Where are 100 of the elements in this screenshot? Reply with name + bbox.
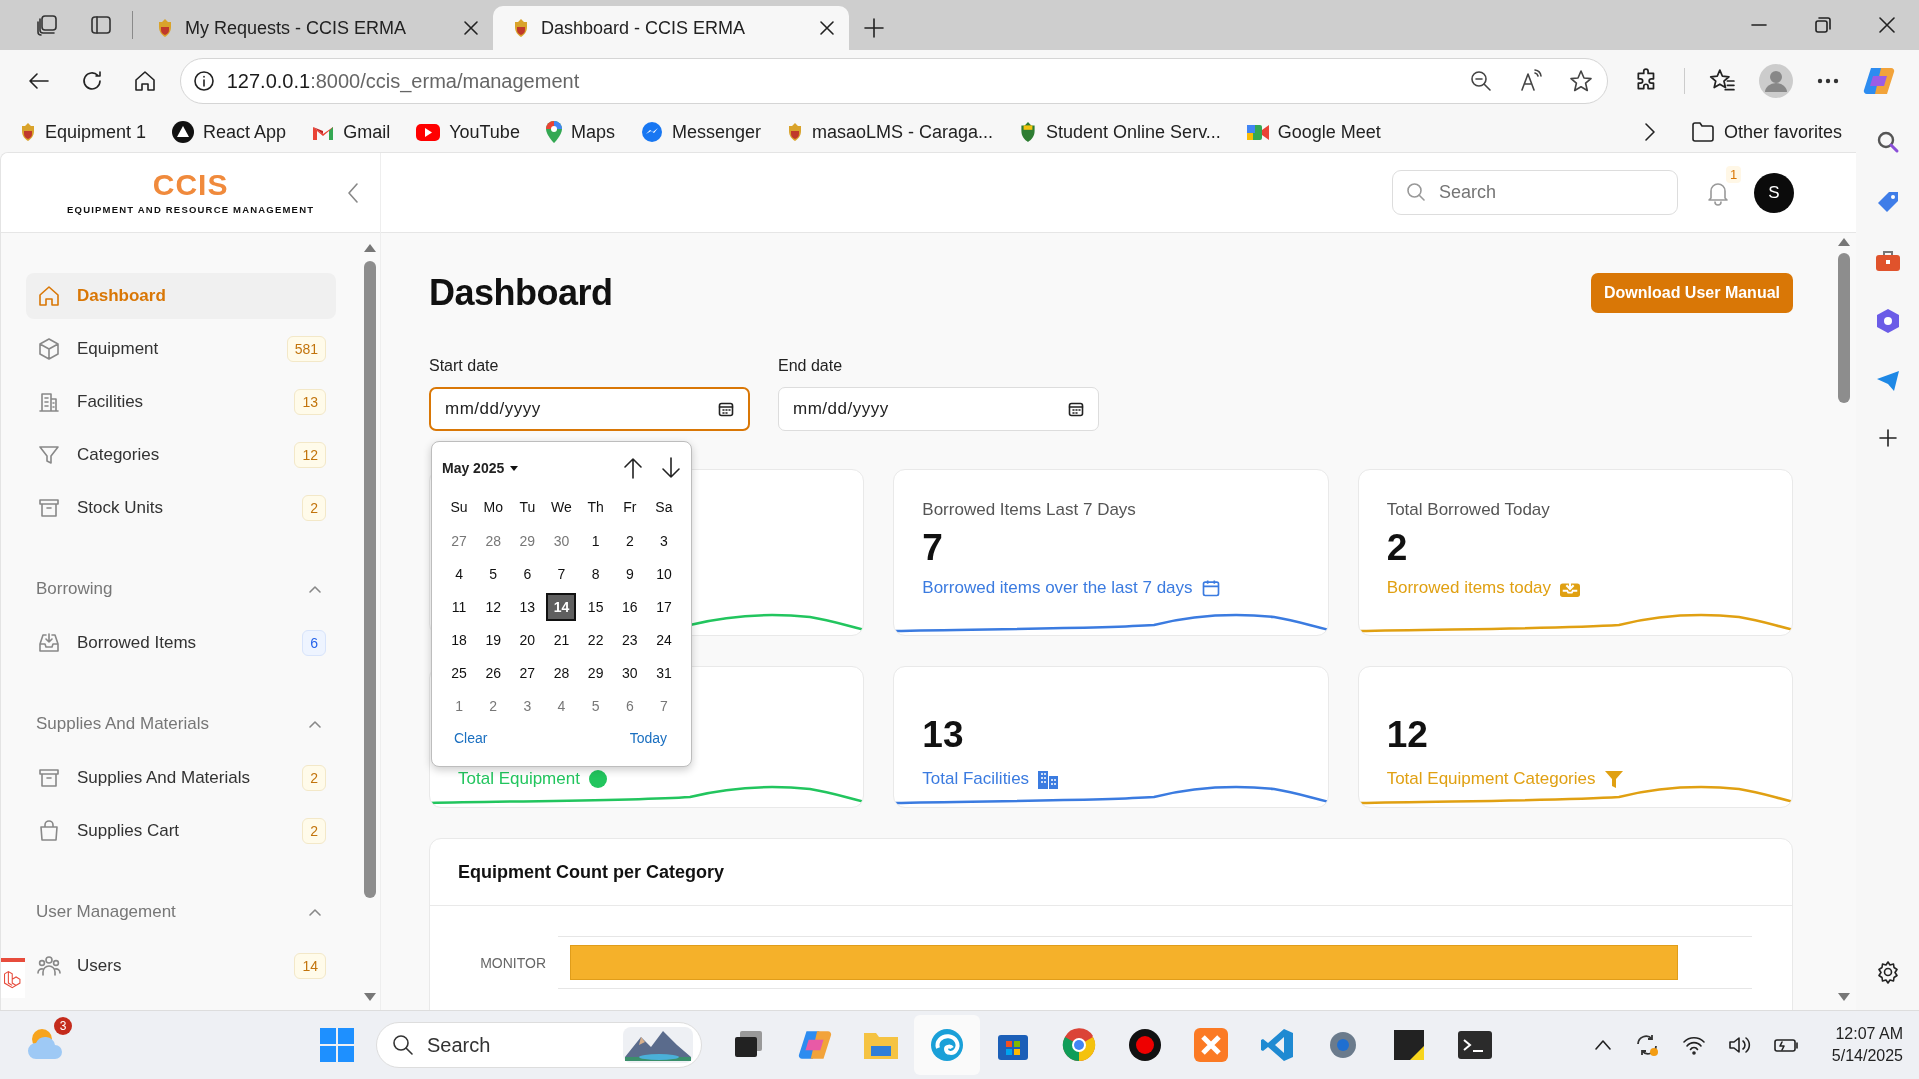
calendar-day[interactable]: 10 <box>656 565 672 582</box>
search-icon[interactable] <box>1875 130 1900 154</box>
bookmark[interactable]: Equipment 1 <box>20 121 147 143</box>
calendar-day[interactable]: 21 <box>553 631 570 648</box>
read-aloud-icon[interactable] <box>1519 69 1543 93</box>
section-header[interactable]: User Management <box>26 897 337 927</box>
nav-item[interactable]: Facilities 13 <box>26 379 337 425</box>
calendar-day[interactable]: 13 <box>519 598 536 615</box>
nav-item[interactable]: Supplies And Materials 2 <box>26 755 337 801</box>
scrollbar-thumb[interactable] <box>364 261 377 898</box>
nav-item[interactable]: Categories 12 <box>26 432 337 478</box>
calendar-day[interactable]: 6 <box>625 697 634 714</box>
nav-item[interactable]: Users 14 <box>26 943 337 989</box>
favorites-icon[interactable] <box>1709 68 1735 94</box>
more-icon[interactable] <box>1817 78 1839 84</box>
calendar-day[interactable]: 24 <box>656 631 672 648</box>
bookmark[interactable]: Google Meet <box>1246 121 1381 143</box>
calendar-day[interactable]: 20 <box>519 631 536 648</box>
calendar-day[interactable]: 12 <box>485 598 501 615</box>
browser-tab[interactable]: Dashboard - CCIS ERMA <box>493 6 849 50</box>
bookmark[interactable]: masaoLMS - Caraga... <box>786 121 994 143</box>
calendar-day[interactable]: 27 <box>519 664 536 681</box>
chevron-up-icon[interactable] <box>1593 1039 1612 1051</box>
taskbar-search[interactable]: Search <box>376 1022 702 1068</box>
paper-plane-icon[interactable] <box>1875 370 1900 392</box>
calendar-day[interactable]: 11 <box>451 598 467 615</box>
nav-item[interactable]: Borrowed Items 6 <box>26 620 337 666</box>
calendar-day[interactable]: 30 <box>622 664 638 681</box>
profile-icon[interactable] <box>1759 64 1793 98</box>
date-field[interactable]: mm/dd/yyyy <box>429 387 750 431</box>
record-icon[interactable] <box>1128 1028 1162 1062</box>
settings-icon[interactable] <box>1875 960 1900 984</box>
plus-icon[interactable] <box>1877 428 1898 448</box>
search-field[interactable]: Search <box>1392 170 1678 215</box>
calendar-day[interactable]: 22 <box>587 631 604 648</box>
close-icon[interactable] <box>1879 17 1895 33</box>
calendar-day[interactable]: 14 <box>546 592 577 621</box>
month-selector[interactable]: May 2025 <box>442 460 519 476</box>
calendar-day[interactable]: 23 <box>622 631 638 648</box>
debug-toolbar-button[interactable] <box>1 958 25 998</box>
bookmark[interactable]: Student Online Serv... <box>1019 121 1221 143</box>
browser-icon[interactable] <box>930 1028 964 1062</box>
star-icon[interactable] <box>1569 69 1593 93</box>
user-avatar[interactable]: S <box>1754 172 1794 213</box>
nav-item[interactable]: Stock Units 2 <box>26 485 337 531</box>
calendar-day[interactable]: 2 <box>489 697 498 714</box>
toolbox-icon[interactable] <box>1874 250 1901 272</box>
today-link[interactable]: Today <box>629 730 667 746</box>
code-editor-icon[interactable] <box>1260 1028 1294 1062</box>
calendar-day[interactable]: 25 <box>451 664 467 681</box>
assistant-icon[interactable] <box>798 1029 832 1061</box>
calendar-icon[interactable] <box>1068 401 1084 417</box>
arrow-up-icon[interactable] <box>623 457 643 479</box>
start-icon[interactable] <box>320 1028 354 1062</box>
chevron-right-icon[interactable] <box>1642 122 1657 142</box>
clear-link[interactable]: Clear <box>454 730 488 746</box>
workspaces-icon[interactable] <box>36 14 58 36</box>
tab-actions-icon[interactable] <box>90 14 112 36</box>
calendar-day[interactable]: 3 <box>523 697 532 714</box>
bookmark[interactable]: Gmail <box>312 121 391 143</box>
zoom-out-icon[interactable] <box>1469 69 1493 93</box>
calendar-icon[interactable] <box>718 401 734 417</box>
calendar-day[interactable]: 18 <box>451 631 467 648</box>
hexagon-icon[interactable] <box>1875 308 1900 334</box>
restore-icon[interactable] <box>1815 17 1831 33</box>
home-icon[interactable] <box>133 69 158 93</box>
calendar-day[interactable]: 28 <box>485 532 501 549</box>
calendar-day[interactable]: 1 <box>455 697 463 714</box>
wifi-icon[interactable] <box>1681 1035 1706 1055</box>
terminal-icon[interactable] <box>1458 1031 1492 1059</box>
calendar-day[interactable]: 3 <box>660 532 668 549</box>
calendar-day[interactable]: 4 <box>557 697 566 714</box>
scroll-down-icon[interactable] <box>363 992 378 1002</box>
calendar-day[interactable]: 16 <box>622 598 638 615</box>
calendar-day[interactable]: 5 <box>591 697 600 714</box>
close-icon[interactable] <box>463 20 479 36</box>
bookmark[interactable]: YouTube <box>416 121 520 143</box>
calendar-day[interactable]: 8 <box>591 565 600 582</box>
calendar-day[interactable]: 1 <box>591 532 600 549</box>
calendar-day[interactable]: 31 <box>656 664 672 681</box>
scrollbar-thumb[interactable] <box>1838 253 1850 403</box>
calendar-day[interactable]: 4 <box>455 565 463 582</box>
plus-icon[interactable] <box>863 17 885 39</box>
calendar-day[interactable]: 15 <box>587 598 604 615</box>
section-header[interactable]: Supplies And Materials <box>26 709 337 739</box>
bookmark-folder[interactable]: Other favorites <box>1690 121 1842 143</box>
clock[interactable]: 12:07 AM 5/14/2025 <box>1831 1025 1903 1065</box>
date-field[interactable]: mm/dd/yyyy <box>778 387 1099 431</box>
calendar-day[interactable]: 26 <box>485 664 501 681</box>
calendar-day[interactable]: 27 <box>451 532 467 549</box>
assistant-icon[interactable] <box>1863 66 1895 96</box>
calendar-day[interactable]: 17 <box>656 598 672 615</box>
scroll-up-icon[interactable] <box>1837 237 1851 247</box>
calendar-day[interactable]: 28 <box>553 664 570 681</box>
note-icon[interactable] <box>1394 1030 1424 1060</box>
browser-icon[interactable] <box>1062 1028 1096 1062</box>
calendar-day[interactable]: 6 <box>523 565 532 582</box>
scroll-down-icon[interactable] <box>1837 992 1851 1002</box>
nav-item[interactable]: Supplies Cart 2 <box>26 808 337 854</box>
collapse-icon[interactable] <box>346 181 360 205</box>
